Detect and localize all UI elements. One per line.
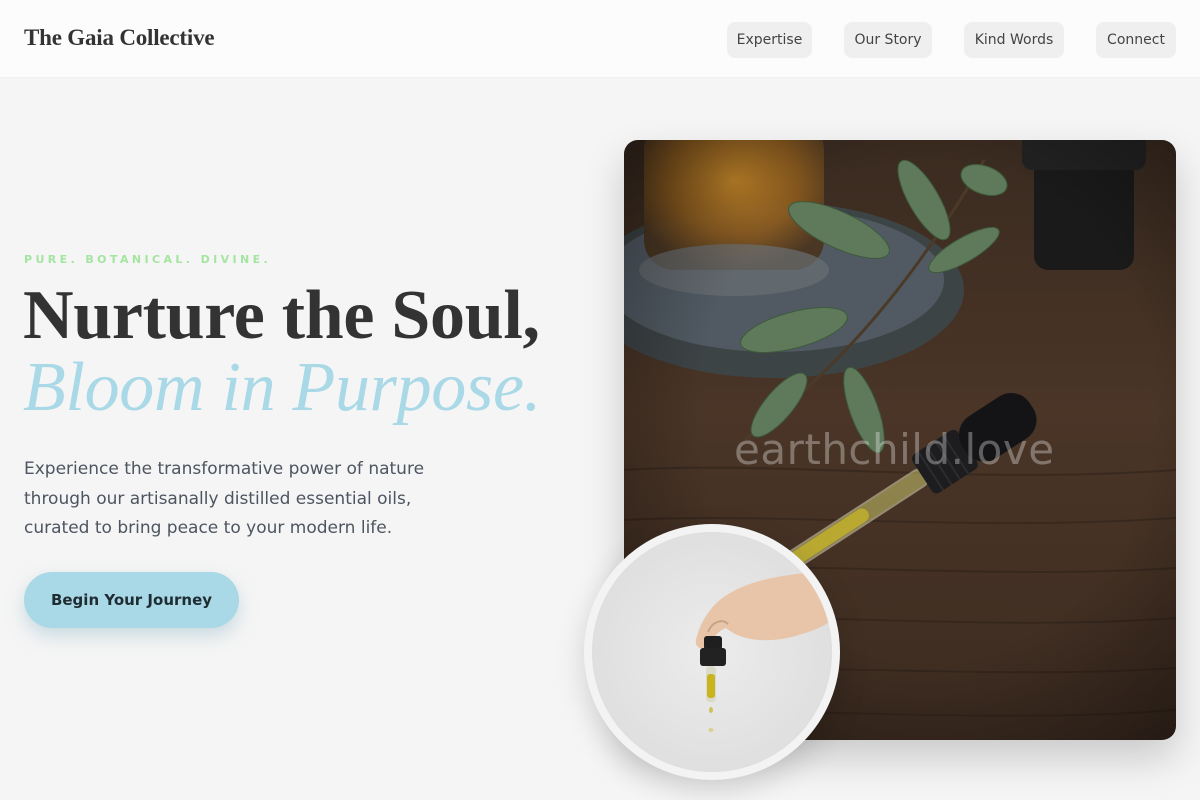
brand-logo[interactable]: The Gaia Collective (24, 25, 215, 51)
nav-connect-button[interactable]: Connect (1096, 22, 1176, 58)
begin-journey-button[interactable]: Begin Your Journey (24, 572, 239, 628)
hero-title-line-2: Bloom in Purpose. (23, 349, 541, 426)
hero-lead-text: Experience the transformative power of n… (24, 459, 425, 538)
inset-photo (592, 532, 832, 772)
nav-kind-words-button[interactable]: Kind Words (964, 22, 1064, 58)
hand-dropper-photo-icon (592, 532, 832, 772)
photo-watermark: earthchild.love (734, 425, 1055, 474)
nav-our-story-button[interactable]: Our Story (844, 22, 932, 58)
nav-expertise-button[interactable]: Expertise (727, 22, 812, 58)
site-header: The Gaia Collective Expertise Our Story … (0, 0, 1200, 78)
hero-eyebrow: PURE. BOTANICAL. DIVINE. (24, 253, 272, 266)
inset-photo-frame (584, 524, 840, 780)
hero-title-line-1: Nurture the Soul, (23, 277, 540, 354)
